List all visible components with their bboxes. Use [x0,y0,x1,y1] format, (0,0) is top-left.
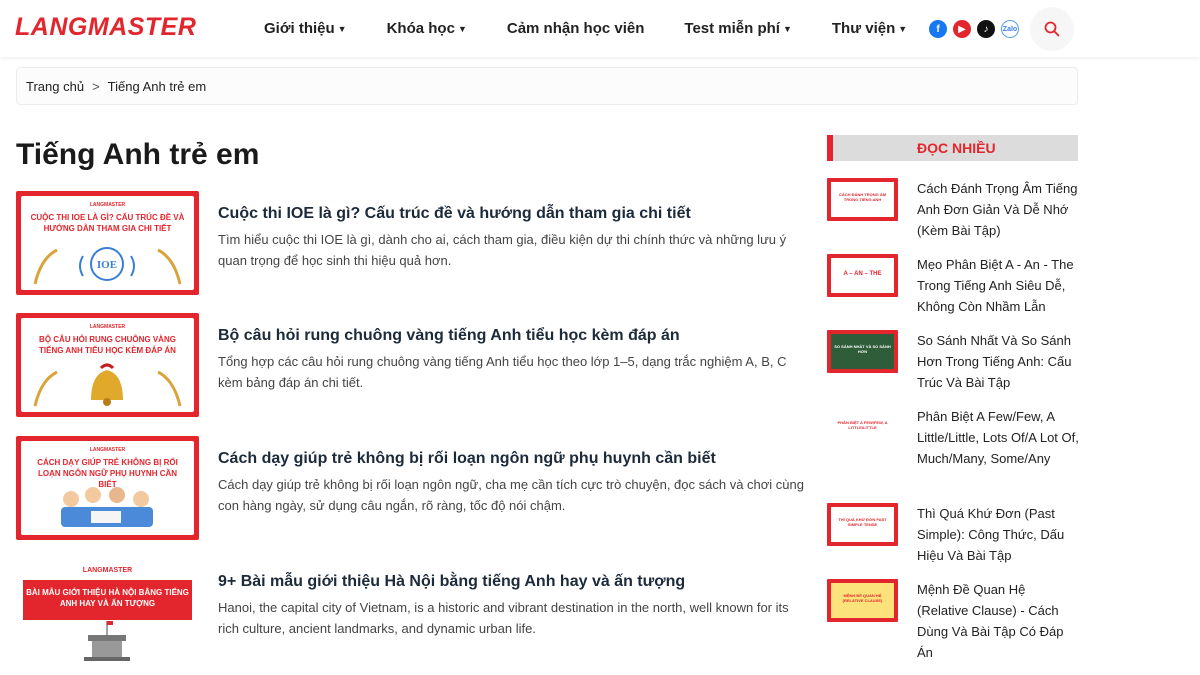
sidebar-heading: ĐỌC NHIỀU [827,135,1078,161]
ioe-badge-text: IOE [97,259,117,271]
thumbnail-card: PHÂN BIỆT A FEW/FEW, A LITTLE/LITTLE [831,410,894,445]
article-item[interactable]: LANGMASTER BÀI MẪU GIỚI THIỆU HÀ NỘI BẰN… [16,559,806,663]
sidebar-article-title[interactable]: Mẹo Phân Biệt A - An - The Trong Tiếng A… [917,254,1079,317]
sidebar-thumbnail[interactable]: SO SÁNH NHẤT VÀ SO SÁNH HƠN [827,330,898,373]
thumbnail-card: MỆNH ĐỀ QUAN HỆ (RELATIVE CLAUSE) [831,583,894,618]
thumbnail-caption: MỆNH ĐỀ QUAN HỆ (RELATIVE CLAUSE) [842,593,883,603]
thumbnail-card: LANGMASTER CUỘC THI IOE LÀ GÌ? CẤU TRÚC … [21,196,194,290]
thumbnail-card: SO SÁNH NHẤT VÀ SO SÁNH HƠN [831,334,894,369]
caret-down-icon: ▼ [457,23,467,34]
nav-item-khoa-hoc[interactable]: Khóa học ▼ [387,20,467,37]
breadcrumb-separator: > [92,78,100,94]
zalo-icon[interactable]: Zalo [1001,20,1019,38]
sidebar-thumbnail[interactable]: CÁCH ĐÁNH TRỌNG ÂM TRONG TIẾNG ANH [827,178,898,221]
golden-bell-icon [33,363,182,407]
article-thumbnail[interactable]: LANGMASTER BÀI MẪU GIỚI THIỆU HÀ NỘI BẰN… [16,559,199,663]
article-item[interactable]: LANGMASTER CUỘC THI IOE LÀ GÌ? CẤU TRÚC … [16,191,806,295]
thumbnail-caption: SO SÁNH NHẤT VÀ SO SÁNH HƠN [834,344,891,354]
article-item[interactable]: LANGMASTER BỘ CÂU HỎI RUNG CHUÔNG VÀNG T… [16,313,806,417]
search-button[interactable] [1030,7,1074,51]
facebook-icon[interactable]: f [929,20,947,38]
sidebar-thumbnail[interactable]: MỆNH ĐỀ QUAN HỆ (RELATIVE CLAUSE) [827,579,898,622]
nav-item-gioi-thieu[interactable]: Giới thiệu ▼ [264,20,347,37]
article-description: Tổng hợp các câu hỏi rung chuông vàng ti… [218,354,787,390]
article-thumbnail[interactable]: LANGMASTER BỘ CÂU HỎI RUNG CHUÔNG VÀNG T… [16,313,199,417]
thumbnail-card: THÌ QUÁ KHỨ ĐƠN PAST SIMPLE TENSE [831,507,894,542]
caret-down-icon: ▼ [782,23,792,34]
ioe-laurel-icon: IOE [33,247,182,285]
search-icon [1044,21,1060,37]
caret-down-icon: ▼ [898,23,908,34]
nav-item-label: Cảm nhận học viên [506,20,645,37]
youtube-icon[interactable]: ▶ [953,20,971,38]
sidebar-article-title[interactable]: Cách Đánh Trọng Âm Tiếng Anh Đơn Giản Và… [917,178,1079,241]
sidebar-article-title[interactable]: Mệnh Đề Quan Hệ (Relative Clause) - Cách… [917,579,1079,663]
tiktok-icon[interactable]: ♪ [977,20,995,38]
article-description: Cách dạy giúp trẻ không bị rối loạn ngôn… [218,477,804,513]
sidebar-article-title[interactable]: Phân Biệt A Few/Few, A Little/Little, Lo… [917,406,1079,469]
mausoleum-icon [84,621,130,661]
children-reading-icon [61,487,153,527]
main-nav: Giới thiệu ▼ Khóa học ▼ Cảm nhận học viê… [264,0,947,57]
thumbnail-card: CÁCH ĐÁNH TRỌNG ÂM TRONG TIẾNG ANH [831,182,894,217]
nav-item-thu-vien[interactable]: Thư viện ▼ [832,20,907,37]
sidebar-article-title[interactable]: So Sánh Nhất Và So Sánh Hơn Trong Tiếng … [917,330,1079,393]
article-thumbnail[interactable]: LANGMASTER CÁCH DẠY GIÚP TRẺ KHÔNG BỊ RỐ… [16,436,199,540]
article-description: Tìm hiểu cuộc thi IOE là gì, dành cho ai… [218,232,787,268]
thumbnail-card: LANGMASTER BỘ CÂU HỎI RUNG CHUÔNG VÀNG T… [21,318,194,412]
article-title[interactable]: Cách dạy giúp trẻ không bị rối loạn ngôn… [218,450,716,468]
nav-item-label: Thư viện [831,20,896,37]
thumbnail-caption: PHÂN BIỆT A FEW/FEW, A LITTLE/LITTLE [837,420,888,430]
sidebar-thumbnail[interactable]: THÌ QUÁ KHỨ ĐƠN PAST SIMPLE TENSE [827,503,898,546]
thumbnail-card: A – AN – THE [831,258,894,293]
caret-down-icon: ▼ [337,23,347,34]
thumbnail-card: LANGMASTER CÁCH DẠY GIÚP TRẺ KHÔNG BỊ RỐ… [21,441,194,535]
thumbnail-caption: THÌ QUÁ KHỨ ĐƠN PAST SIMPLE TENSE [838,517,887,527]
nav-item-test[interactable]: Test miễn phí ▼ [684,20,792,37]
nav-item-cam-nhan[interactable]: Cảm nhận học viên [507,20,645,37]
breadcrumb-home-link[interactable]: Trang chủ [26,79,84,94]
breadcrumb: Trang chủ > Tiếng Anh trẻ em [16,67,1078,105]
article-description: Hanoi, the capital city of Vietnam, is a… [218,600,789,636]
nav-item-label: Giới thiệu [264,20,335,37]
thumbnail-caption: CÁCH ĐÁNH TRỌNG ÂM TRONG TIẾNG ANH [838,192,887,202]
article-title[interactable]: Cuộc thi IOE là gì? Cấu trúc đề và hướng… [218,205,691,223]
social-links: f ▶ ♪ Zalo [929,20,1019,38]
breadcrumb-current: Tiếng Anh trẻ em [107,78,207,94]
article-item[interactable]: LANGMASTER CÁCH DẠY GIÚP TRẺ KHÔNG BỊ RỐ… [16,436,806,540]
article-title[interactable]: 9+ Bài mẫu giới thiệu Hà Nội bằng tiếng … [218,573,685,591]
article-thumbnail[interactable]: LANGMASTER CUỘC THI IOE LÀ GÌ? CẤU TRÚC … [16,191,199,295]
sidebar-thumbnail[interactable]: PHÂN BIỆT A FEW/FEW, A LITTLE/LITTLE [827,406,898,449]
article-title[interactable]: Bộ câu hỏi rung chuông vàng tiếng Anh ti… [218,327,680,345]
nav-item-label: Test miễn phí [684,20,780,37]
sidebar-thumbnail[interactable]: A – AN – THE [827,254,898,297]
sidebar-article-title[interactable]: Thì Quá Khứ Đơn (Past Simple): Công Thức… [917,503,1079,566]
nav-item-label: Khóa học [386,20,455,37]
thumbnail-caption: A – AN – THE [843,271,882,277]
site-header: LANGMASTER Giới thiệu ▼ Khóa học ▼ Cảm n… [0,0,1200,57]
site-logo[interactable]: LANGMASTER [15,13,196,42]
page-title: Tiếng Anh trẻ em [16,138,260,171]
